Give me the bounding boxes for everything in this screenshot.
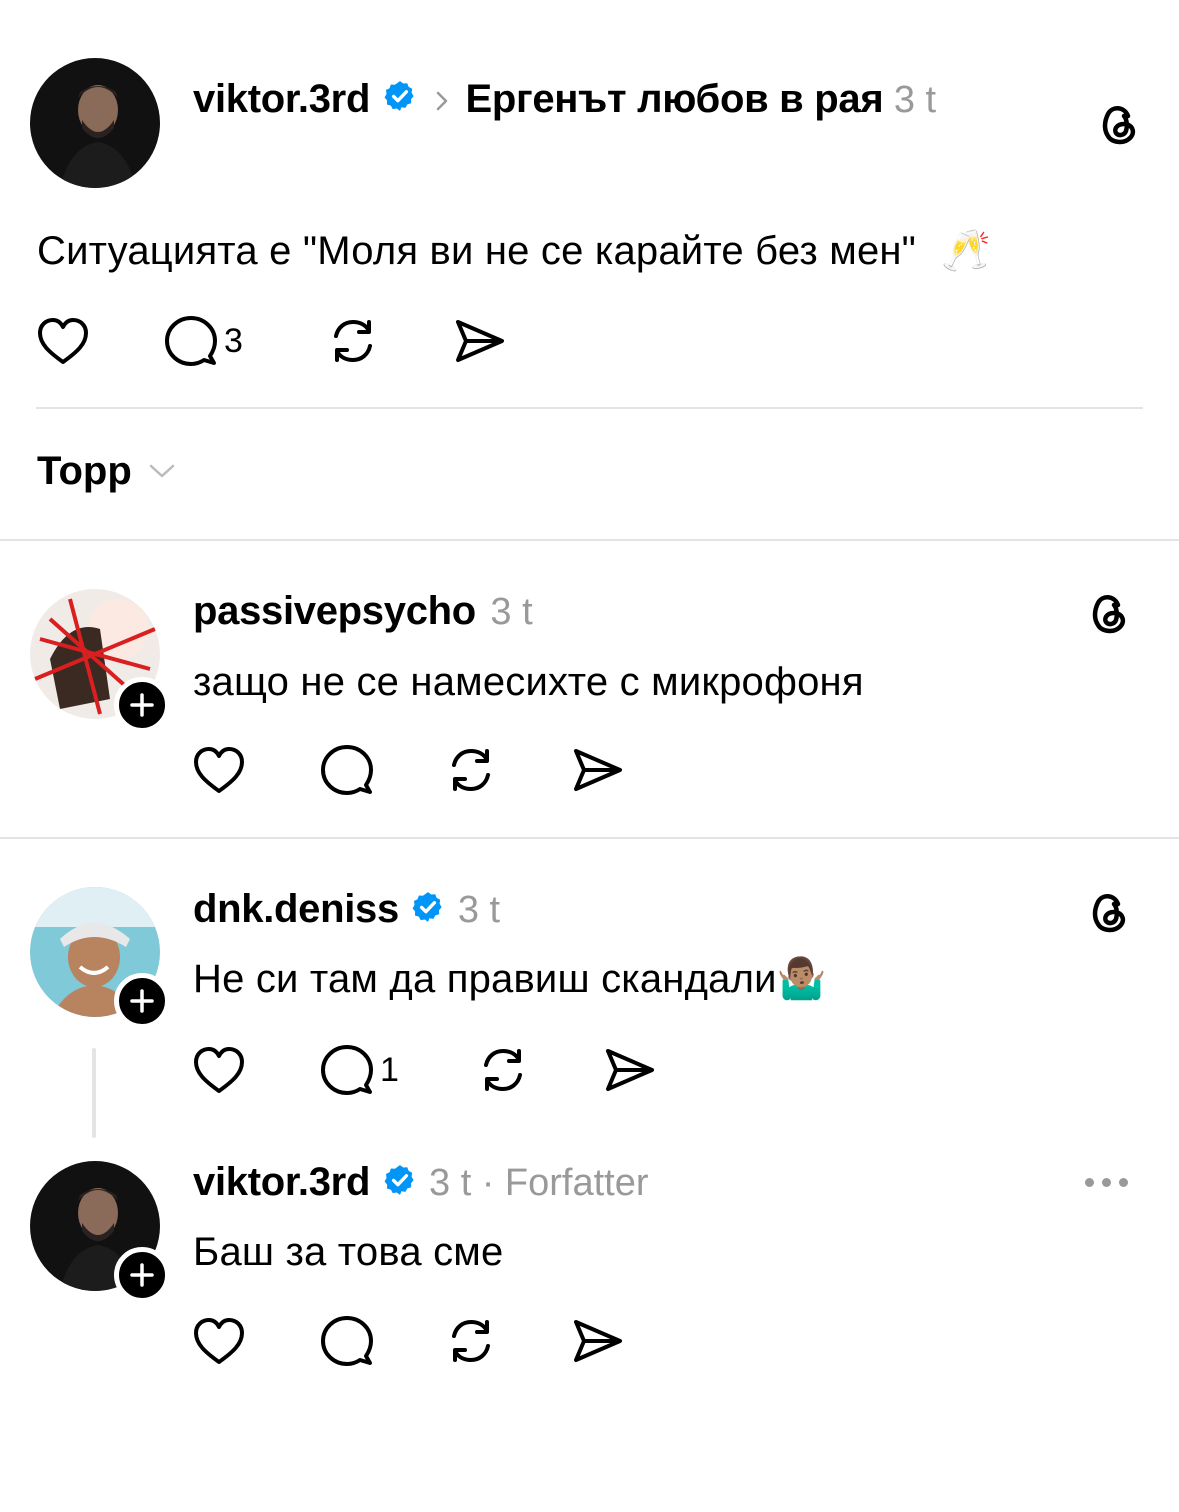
like-button[interactable]	[192, 745, 320, 795]
reply-username[interactable]: viktor.3rd	[193, 1160, 370, 1204]
comment-icon	[321, 1045, 373, 1095]
post-text: Ситуацията е "Моля ви не се карайте без …	[37, 223, 991, 279]
reply-header: passivepsycho 3 t	[193, 586, 533, 645]
more-icon[interactable]	[1085, 1178, 1128, 1187]
reply-time: 3 t	[457, 889, 501, 931]
comment-icon	[321, 745, 373, 795]
threads-logo-icon[interactable]	[1090, 96, 1146, 152]
share-button[interactable]	[570, 1314, 624, 1368]
threads-logo-icon[interactable]	[1080, 884, 1136, 940]
plus-icon	[130, 989, 154, 1013]
reply-actions	[192, 1314, 624, 1368]
comment-button[interactable]	[320, 1314, 444, 1368]
plus-icon	[130, 693, 154, 717]
avatar-viktor[interactable]	[30, 58, 160, 188]
reply-username[interactable]: passivepsycho	[193, 589, 476, 633]
reply-actions: 1	[192, 1043, 656, 1097]
comment-button[interactable]: 1	[320, 1043, 476, 1097]
comment-icon	[165, 316, 217, 366]
post-topic[interactable]: Ергенът любов в рая	[465, 77, 883, 121]
reply-header: dnk.deniss 3 t	[193, 884, 500, 945]
share-button[interactable]	[570, 743, 624, 797]
thread-line	[92, 1048, 96, 1138]
heart-icon	[38, 318, 88, 364]
verified-icon	[383, 1163, 417, 1218]
repost-icon	[452, 1320, 490, 1362]
chevron-down-icon	[148, 462, 176, 485]
post-username[interactable]: viktor.3rd	[193, 77, 370, 121]
chevron-right-icon	[433, 81, 451, 135]
share-icon	[606, 1049, 654, 1091]
sort-dropdown[interactable]: Topp	[37, 449, 176, 494]
divider	[0, 539, 1179, 541]
divider	[0, 837, 1179, 839]
repost-button[interactable]	[444, 743, 570, 797]
reply-actions	[192, 743, 624, 797]
repost-icon	[484, 1049, 522, 1091]
like-button[interactable]	[192, 1316, 320, 1366]
comment-button[interactable]: 3	[164, 314, 326, 368]
share-button[interactable]	[452, 314, 506, 368]
share-icon	[574, 749, 622, 791]
reply-username[interactable]: dnk.deniss	[193, 887, 399, 931]
reply-text: Не си там да правиш скандали🤷🏽‍♂️	[193, 951, 827, 1007]
reply-time: 3 t	[429, 1162, 472, 1204]
reply-time: 3 t	[490, 591, 533, 633]
comment-button[interactable]	[320, 743, 444, 797]
divider	[36, 407, 1143, 409]
follow-button[interactable]	[114, 1247, 170, 1303]
repost-button[interactable]	[326, 314, 452, 368]
emoji-shrug: 🤷🏽‍♂️	[776, 957, 827, 1001]
post-actions: 3	[36, 314, 506, 368]
verified-icon	[383, 79, 417, 136]
comment-icon	[321, 1316, 373, 1366]
repost-icon	[334, 320, 372, 362]
heart-icon	[194, 747, 244, 793]
author-label: · Forfatter	[481, 1162, 649, 1204]
repost-icon	[452, 749, 490, 791]
comment-count: 3	[224, 321, 243, 360]
emoji-champagne: 🥂	[941, 229, 992, 273]
share-button[interactable]	[602, 1043, 656, 1097]
follow-button[interactable]	[114, 677, 170, 733]
reply-text: Баш за това сме	[193, 1230, 504, 1274]
like-button[interactable]	[192, 1045, 320, 1095]
repost-button[interactable]	[444, 1314, 570, 1368]
reply-text: защо не се намесихте с микрофоня	[193, 660, 864, 704]
post-time: 3 t	[893, 79, 937, 121]
like-button[interactable]	[36, 316, 164, 366]
repost-button[interactable]	[476, 1043, 602, 1097]
share-icon	[456, 320, 504, 362]
sort-label: Topp	[37, 449, 132, 493]
post-header: viktor.3rd Ергенът любов в рая 3 t	[193, 72, 1013, 136]
comment-count: 1	[380, 1050, 399, 1089]
post-text-body: Ситуацията е "Моля ви не се карайте без …	[37, 229, 917, 273]
share-icon	[574, 1320, 622, 1362]
heart-icon	[194, 1318, 244, 1364]
plus-icon	[130, 1263, 154, 1287]
threads-logo-icon[interactable]	[1080, 585, 1136, 641]
heart-icon	[194, 1047, 244, 1093]
verified-icon	[411, 890, 445, 945]
reply-text-body: Не си там да правиш скандали	[193, 957, 777, 1001]
follow-button[interactable]	[114, 973, 170, 1029]
reply-header: viktor.3rd 3 t · Forfatter	[193, 1157, 649, 1218]
